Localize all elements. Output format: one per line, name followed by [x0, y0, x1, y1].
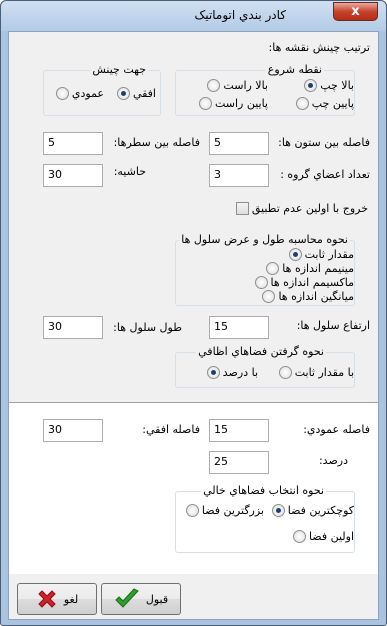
dialog-window: کادر بندي اتوماتيک x ترتيب چينش نقشه ها:… — [0, 0, 387, 626]
exit-checkbox-label: خروج با اولين عدم تطبيق — [251, 202, 368, 215]
radio-top-left-label: بالا چپ — [320, 79, 354, 92]
extra-space-group: نحوه گرفتن فضاهاي اظافي با مقدار ثابت با… — [175, 345, 355, 388]
group-members-input[interactable]: 3 — [209, 164, 269, 187]
radio-horizontal-dot[interactable] — [116, 87, 130, 100]
cancel-button-label: لغو — [63, 592, 79, 606]
start-point-group: نقطه شروع بالا چپ بالا راست پايين چپ پاي… — [175, 63, 355, 116]
margin-input[interactable]: 30 — [43, 164, 103, 187]
title-bar[interactable]: کادر بندي اتوماتيک x — [1, 1, 386, 31]
radio-minimum-dot[interactable] — [266, 262, 280, 275]
grid-order-label: ترتيب چينش نقشه ها: — [268, 41, 370, 54]
radio-fixed-amount[interactable]: با مقدار ثابت — [278, 366, 354, 379]
radio-bottom-right[interactable]: پايين راست — [198, 97, 268, 110]
radio-vertical[interactable]: عمودي — [55, 87, 104, 100]
radio-top-right-dot[interactable] — [207, 79, 221, 92]
radio-smallest-space[interactable]: کوچکترين فضا — [271, 504, 354, 517]
percent-input[interactable]: 25 — [209, 451, 269, 474]
radio-bottom-left-dot[interactable] — [295, 97, 309, 110]
radio-largest-space[interactable]: بزرگترين فضا — [185, 504, 264, 517]
horizontal-spacing-input[interactable]: 30 — [43, 419, 103, 442]
empty-space-group: نحوه انتخاب فضاهاي خالي کوچکترين فضا بزر… — [175, 484, 355, 553]
direction-legend: جهت چينش — [90, 63, 148, 76]
margin-label: حاشيه: — [113, 165, 146, 178]
radio-bottom-right-label: پايين راست — [214, 97, 268, 110]
direction-group: جهت چينش افقي عمودي — [43, 63, 161, 116]
radio-bottom-right-dot[interactable] — [198, 97, 212, 110]
cancel-button[interactable]: لغو — [17, 583, 97, 615]
group-members-label: تعداد اعضاي گروه : — [280, 168, 370, 181]
radio-minimum-label: مينيمم اندازه ها — [282, 262, 354, 275]
radio-fixed-value-dot[interactable] — [288, 248, 302, 261]
cell-size-legend: نحوه محاسبه طول و عرض سلول ها — [179, 233, 350, 246]
radio-average-label: ميانگين اندازه ها — [278, 290, 354, 303]
ok-button-label: قبول — [145, 592, 169, 606]
radio-top-right[interactable]: بالا راست — [207, 79, 268, 92]
radio-minimum[interactable]: مينيمم اندازه ها — [266, 262, 354, 275]
radio-percent-label: با درصد — [222, 366, 258, 379]
extra-space-legend: نحوه گرفتن فضاهاي اظافي — [196, 345, 326, 358]
radio-vertical-dot[interactable] — [55, 87, 69, 100]
spacing-panel: فاصله عمودي: 15 فاصله افقي: 30 درصد: 25 … — [9, 403, 378, 574]
percent-label: درصد: — [318, 454, 348, 467]
column-gap-input[interactable]: 5 — [209, 132, 269, 155]
radio-maximum-dot[interactable] — [254, 276, 268, 289]
cell-width-label: طول سلول ها: — [113, 321, 182, 334]
radio-horizontal[interactable]: افقي — [116, 87, 156, 100]
ok-button[interactable]: قبول — [101, 583, 181, 615]
exit-checkbox[interactable] — [235, 202, 249, 215]
x-icon — [38, 590, 56, 608]
radio-fixed-value-label: مقدار ثابت — [304, 248, 354, 261]
radio-fixed-value[interactable]: مقدار ثابت — [288, 248, 354, 261]
row-gap-input[interactable]: 5 — [43, 132, 103, 155]
vertical-spacing-label: فاصله عمودي: — [303, 423, 370, 436]
cell-width-input[interactable]: 30 — [43, 316, 103, 339]
exit-checkbox-row[interactable]: خروج با اولين عدم تطبيق — [235, 202, 368, 215]
close-button[interactable]: x — [333, 2, 378, 21]
start-point-legend: نقطه شروع — [265, 63, 324, 76]
window-title: کادر بندي اتوماتيک — [194, 8, 286, 22]
empty-space-legend: نحوه انتخاب فضاهاي خالي — [201, 484, 326, 497]
radio-average-dot[interactable] — [262, 290, 276, 303]
radio-percent[interactable]: با درصد — [206, 366, 258, 379]
dialog-body: ترتيب چينش نقشه ها: نقطه شروع بالا چپ با… — [8, 31, 379, 620]
checkmark-icon — [115, 588, 139, 608]
radio-fixed-amount-label: با مقدار ثابت — [294, 366, 354, 379]
horizontal-spacing-label: فاصله افقي: — [142, 423, 200, 436]
radio-top-right-label: بالا راست — [223, 79, 268, 92]
radio-smallest-space-dot[interactable] — [271, 504, 285, 517]
vertical-spacing-input[interactable]: 15 — [209, 419, 269, 442]
radio-average[interactable]: ميانگين اندازه ها — [262, 290, 354, 303]
radio-smallest-space-label: کوچکترين فضا — [287, 504, 354, 517]
row-gap-label: فاصله بين سطرها: — [113, 136, 200, 149]
radio-horizontal-label: افقي — [132, 87, 156, 100]
radio-first-space-label: اولين فضا — [308, 530, 354, 543]
close-icon: x — [351, 4, 360, 19]
radio-vertical-label: عمودي — [71, 87, 104, 100]
radio-top-left[interactable]: بالا چپ — [304, 79, 354, 92]
radio-largest-space-label: بزرگترين فضا — [201, 504, 264, 517]
cell-height-input[interactable]: 15 — [209, 316, 269, 339]
radio-fixed-amount-dot[interactable] — [278, 366, 292, 379]
radio-first-space[interactable]: اولين فضا — [292, 530, 354, 543]
column-gap-label: فاصله بين ستون ها: — [278, 136, 370, 149]
radio-largest-space-dot[interactable] — [185, 504, 199, 517]
radio-bottom-left-label: پايين چپ — [311, 97, 354, 110]
cell-height-label: ارتفاع سلول ها: — [296, 319, 370, 332]
radio-percent-dot[interactable] — [206, 366, 220, 379]
radio-bottom-left[interactable]: پايين چپ — [295, 97, 354, 110]
radio-first-space-dot[interactable] — [292, 530, 306, 543]
radio-top-left-dot[interactable] — [304, 79, 318, 92]
radio-maximum-label: ماکسيمم اندازه ها — [270, 276, 354, 289]
radio-maximum[interactable]: ماکسيمم اندازه ها — [254, 276, 354, 289]
cell-size-group: نحوه محاسبه طول و عرض سلول ها مقدار ثابت… — [175, 233, 355, 306]
